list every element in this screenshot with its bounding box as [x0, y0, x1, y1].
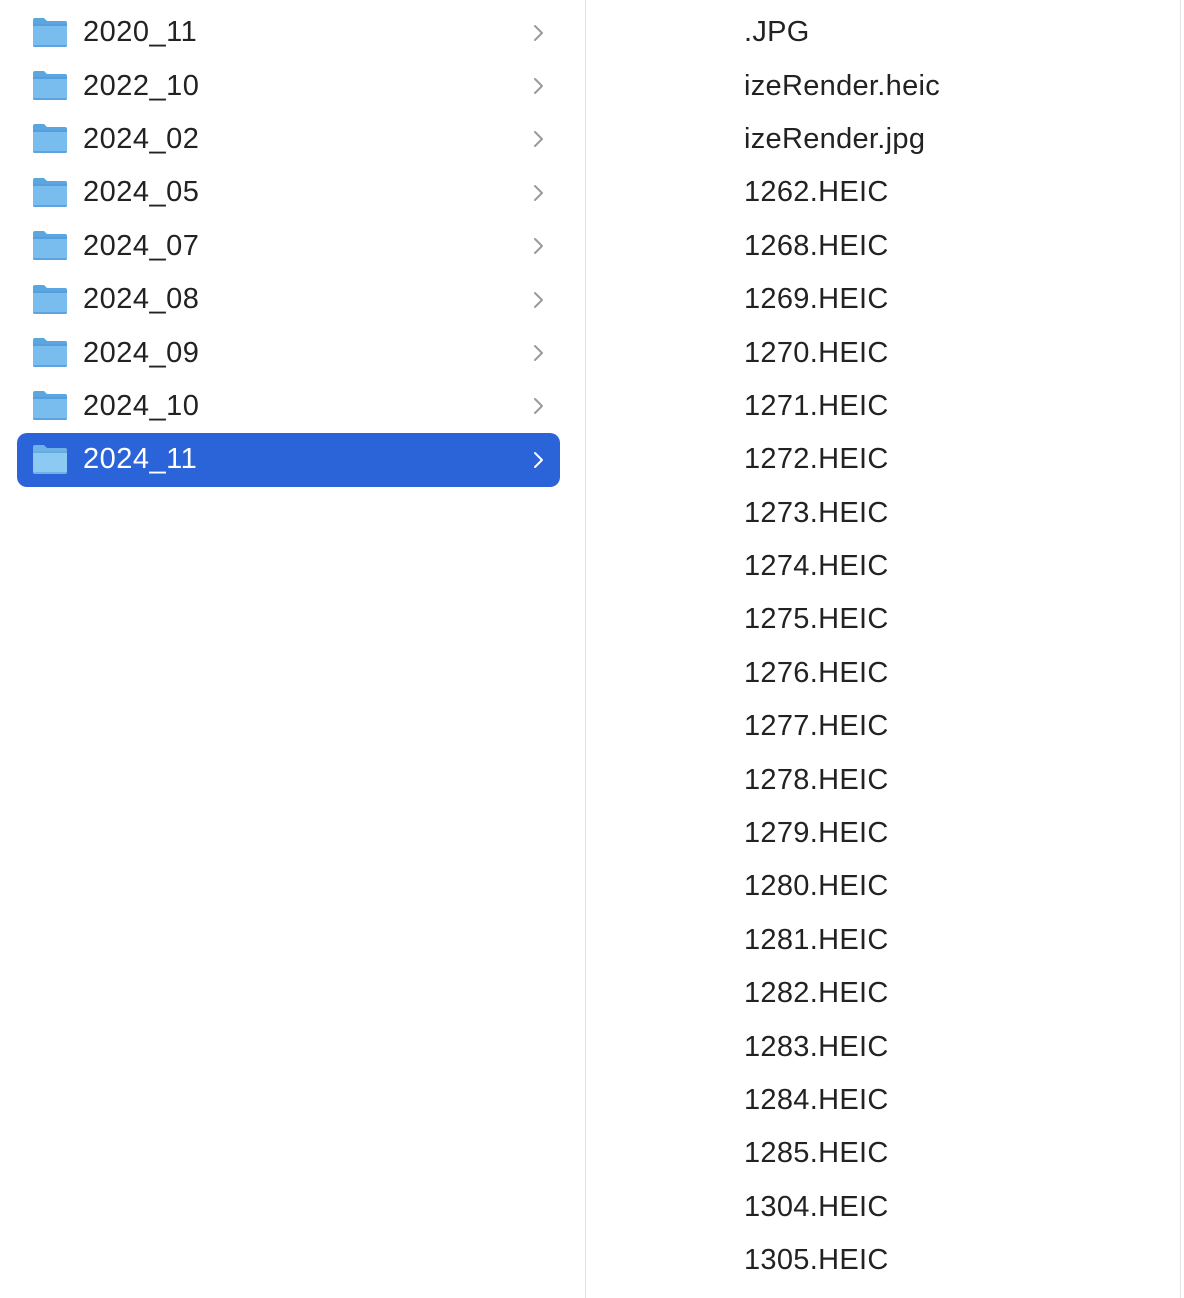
folder-icon [32, 389, 68, 421]
file-row[interactable]: 1280.HEIC [586, 860, 1180, 913]
folder-icon [32, 176, 68, 208]
file-label: 1270.HEIC [744, 336, 889, 369]
file-label: 1304.HEIC [744, 1190, 889, 1223]
chevron-right-icon [533, 450, 545, 470]
file-label: 1279.HEIC [744, 817, 889, 850]
folder-row[interactable]: 2022_10 [17, 59, 560, 112]
file-label: izeRender.heic [744, 69, 941, 102]
folder-label: 2024_02 [83, 122, 200, 155]
folder-icon [32, 443, 68, 475]
file-label: 1272.HEIC [744, 443, 889, 476]
file-row[interactable]: 1268.HEIC [586, 220, 1180, 273]
file-label: 1280.HEIC [744, 870, 889, 903]
chevron-right-icon [533, 129, 545, 149]
chevron-right-icon [533, 76, 545, 96]
folder-row[interactable]: 2024_08 [17, 273, 560, 326]
folder-row[interactable]: 2024_11 [17, 433, 560, 487]
file-label: 1271.HEIC [744, 389, 889, 422]
chevron-right-icon [533, 23, 545, 43]
file-label: 1276.HEIC [744, 656, 889, 689]
folder-row[interactable]: 2020_11 [17, 6, 560, 59]
file-row[interactable]: 1275.HEIC [586, 593, 1180, 646]
column-divider-right[interactable] [1180, 0, 1181, 1298]
file-label: 1274.HEIC [744, 550, 889, 583]
file-label: 1285.HEIC [744, 1137, 889, 1170]
folder-label: 2024_08 [83, 283, 200, 316]
file-row[interactable]: 1283.HEIC [586, 1020, 1180, 1073]
file-row[interactable]: 1285.HEIC [586, 1127, 1180, 1180]
folder-icon [32, 69, 68, 101]
file-row[interactable]: 1281.HEIC [586, 914, 1180, 967]
folder-column[interactable]: 2020_11 2022_10 2024_02 2024_05 2024_07 2024_… [0, 0, 585, 1298]
folder-icon [32, 283, 68, 315]
file-label: 1281.HEIC [744, 923, 889, 956]
folder-icon [32, 229, 68, 261]
file-column[interactable]: .JPG izeRender.heic izeRender.jpg 1262.HEIC… [586, 0, 1180, 1298]
chevron-right-icon [533, 183, 545, 203]
file-label: 1305.HEIC [744, 1244, 889, 1277]
folder-label: 2024_07 [83, 229, 200, 262]
file-row[interactable]: 1273.HEIC [586, 487, 1180, 540]
file-label: 1262.HEIC [744, 176, 889, 209]
finder-column-view: 2020_11 2022_10 2024_02 2024_05 2024_07 2024_… [0, 0, 1184, 1298]
folder-list: 2020_11 2022_10 2024_02 2024_05 2024_07 2024_… [17, 6, 560, 487]
file-label: 1269.HEIC [744, 283, 889, 316]
folder-label: 2024_09 [83, 336, 200, 369]
chevron-right-icon [533, 236, 545, 256]
file-label: .JPG [744, 16, 810, 49]
folder-row[interactable]: 2024_10 [17, 380, 560, 433]
file-row[interactable]: 1269.HEIC [586, 273, 1180, 326]
file-row[interactable]: 1271.HEIC [586, 380, 1180, 433]
folder-row[interactable]: 2024_09 [17, 326, 560, 379]
folder-row[interactable]: 2024_02 [17, 113, 560, 166]
folder-label: 2022_10 [83, 69, 200, 102]
file-row[interactable]: izeRender.jpg [586, 113, 1180, 166]
file-row[interactable]: 1276.HEIC [586, 647, 1180, 700]
file-row[interactable]: izeRender.heic [586, 59, 1180, 112]
file-row[interactable]: 1304.HEIC [586, 1181, 1180, 1234]
folder-label: 2020_11 [83, 16, 198, 49]
file-label: izeRender.jpg [744, 122, 926, 155]
chevron-right-icon [533, 290, 545, 310]
file-label: 1283.HEIC [744, 1030, 889, 1063]
file-label: 1284.HEIC [744, 1084, 889, 1116]
folder-label: 2024_05 [83, 176, 200, 209]
file-row[interactable]: 1272.HEIC [586, 433, 1180, 486]
file-row[interactable]: 1279.HEIC [586, 807, 1180, 860]
file-row[interactable]: 1270.HEIC [586, 326, 1180, 379]
file-row[interactable]: 1284.HEIC [586, 1074, 1180, 1127]
folder-icon [32, 336, 68, 368]
file-row[interactable]: 1274.HEIC [586, 540, 1180, 593]
file-row[interactable]: 1277.HEIC [586, 700, 1180, 753]
file-label: 1273.HEIC [744, 496, 889, 529]
file-label: 1277.HEIC [744, 710, 889, 743]
file-label: 1275.HEIC [744, 603, 889, 636]
file-label: 1282.HEIC [744, 977, 889, 1010]
folder-icon [32, 16, 68, 48]
folder-label: 2024_11 [83, 443, 198, 476]
file-row[interactable]: 1305.HEIC [586, 1234, 1180, 1287]
file-row[interactable]: 1278.HEIC [586, 753, 1180, 806]
file-label: 1268.HEIC [744, 229, 889, 262]
folder-row[interactable]: 2024_07 [17, 220, 560, 273]
folder-label: 2024_10 [83, 389, 200, 422]
file-label: 1278.HEIC [744, 763, 889, 796]
file-row[interactable]: 1282.HEIC [586, 967, 1180, 1020]
folder-icon [32, 122, 68, 154]
chevron-right-icon [533, 343, 545, 363]
folder-row[interactable]: 2024_05 [17, 166, 560, 219]
chevron-right-icon [533, 396, 545, 416]
file-row[interactable]: .JPG [586, 6, 1180, 59]
file-list: .JPG izeRender.heic izeRender.jpg 1262.HEIC… [586, 6, 1180, 1287]
file-row[interactable]: 1262.HEIC [586, 166, 1180, 219]
